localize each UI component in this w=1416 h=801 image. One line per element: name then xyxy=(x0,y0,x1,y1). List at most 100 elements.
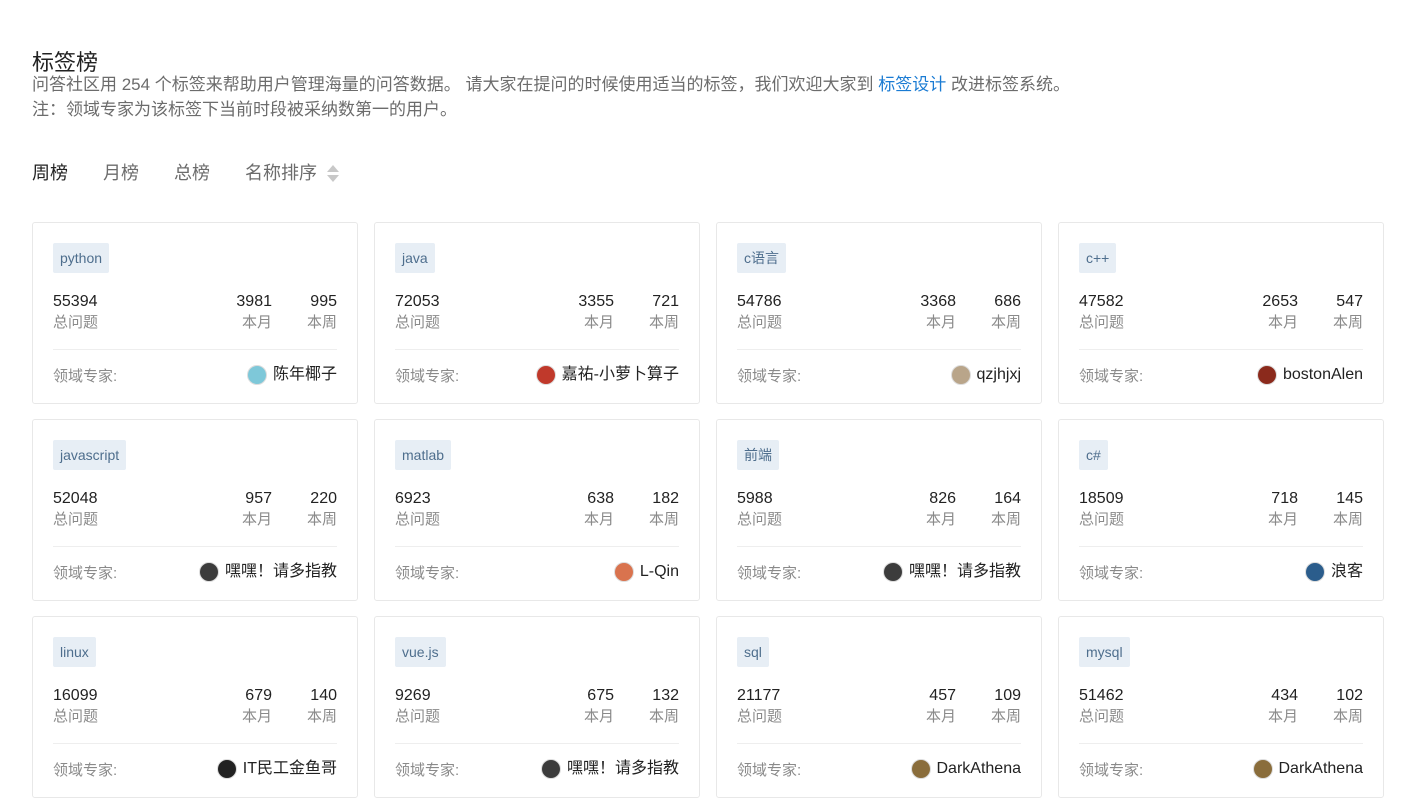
expert-user[interactable]: 嘉祐-小萝卜算子 xyxy=(535,364,679,386)
expert-label: 领域专家: xyxy=(1079,565,1144,582)
tab-monthly[interactable]: 月榜 xyxy=(103,158,139,188)
total-questions-count: 9269 xyxy=(395,687,431,704)
weekly-count: 102 xyxy=(1336,687,1363,704)
expert-user[interactable]: 嘿嘿！请多指教 xyxy=(540,758,679,780)
tag-chip[interactable]: c语言 xyxy=(737,243,786,273)
avatar xyxy=(613,562,634,582)
tag-card: 前端 5988 总问题 826 本月 164 本周 领域专家: 嘿嘿！请多指教 xyxy=(716,419,1042,601)
expert-label: 领域专家: xyxy=(737,762,802,779)
weekly-label: 本周 xyxy=(306,511,337,528)
weekly-count: 547 xyxy=(1336,293,1363,310)
tab-total[interactable]: 总榜 xyxy=(174,158,210,188)
monthly-label: 本月 xyxy=(583,314,614,331)
total-questions-count: 51462 xyxy=(1079,687,1124,704)
weekly-label: 本周 xyxy=(1332,314,1363,331)
expert-user[interactable]: 浪客 xyxy=(1304,561,1363,583)
tag-card: c语言 54786 总问题 3368 本月 686 本周 领域专家: qzjhj… xyxy=(716,222,1042,404)
expert-user[interactable]: qzjhjxj xyxy=(950,364,1021,386)
monthly-label: 本月 xyxy=(925,314,956,331)
monthly-count: 457 xyxy=(929,687,956,704)
stat-week: 145 本周 xyxy=(1333,488,1363,530)
tag-chip[interactable]: linux xyxy=(53,637,96,667)
stat-month: 3355 本月 xyxy=(578,291,614,333)
expert-user[interactable]: L-Qin xyxy=(613,561,679,583)
tag-chip[interactable]: python xyxy=(53,243,110,273)
weekly-label: 本周 xyxy=(648,511,679,528)
tag-chip[interactable]: matlab xyxy=(395,440,452,470)
tag-card: c# 18509 总问题 718 本月 145 本周 领域专家: 浪客 xyxy=(1058,419,1384,601)
stat-week: 182 本周 xyxy=(649,488,679,530)
stat-week: 686 本周 xyxy=(991,291,1021,333)
expert-user[interactable]: 嘿嘿！请多指教 xyxy=(198,561,337,583)
monthly-count: 3981 xyxy=(236,293,272,310)
stat-week: 164 本周 xyxy=(991,488,1021,530)
tag-chip[interactable]: javascript xyxy=(53,440,127,470)
intro-line-2: 注：领域专家为该标签下当前时段被采纳数第一的用户。 xyxy=(32,100,457,119)
stat-total: 5988 总问题 xyxy=(737,488,782,530)
expert-user[interactable]: IT民工金鱼哥 xyxy=(216,758,337,780)
tag-chip[interactable]: java xyxy=(395,243,435,273)
tag-chip[interactable]: 前端 xyxy=(737,440,779,470)
total-questions-count: 55394 xyxy=(53,293,98,310)
expert-name: DarkAthena xyxy=(936,760,1022,777)
monthly-label: 本月 xyxy=(241,708,272,725)
weekly-label: 本周 xyxy=(648,708,679,725)
expert-user[interactable]: DarkAthena xyxy=(1252,758,1363,780)
monthly-count: 826 xyxy=(929,490,956,507)
stat-total: 6923 总问题 xyxy=(395,488,440,530)
expert-user[interactable]: 陈年椰子 xyxy=(246,364,337,386)
monthly-count: 3368 xyxy=(920,293,956,310)
expert-label: 领域专家: xyxy=(1079,762,1144,779)
expert-name: 浪客 xyxy=(1330,563,1363,580)
expert-user[interactable]: bostonAlen xyxy=(1256,364,1363,386)
stat-total: 47582 总问题 xyxy=(1079,291,1124,333)
tag-chip[interactable]: c# xyxy=(1079,440,1108,470)
avatar xyxy=(535,365,556,385)
stat-week: 721 本周 xyxy=(649,291,679,333)
stat-total: 55394 总问题 xyxy=(53,291,98,333)
tab-weekly[interactable]: 周榜 xyxy=(32,158,68,188)
expert-user[interactable]: 嘿嘿！请多指教 xyxy=(882,561,1021,583)
total-questions-count: 18509 xyxy=(1079,490,1124,507)
tag-ranking-page: 标签榜 问答社区用 254 个标签来帮助用户管理海量的问答数据。 请大家在提问的… xyxy=(0,0,1416,801)
card-divider xyxy=(737,546,1021,547)
expert-user[interactable]: DarkAthena xyxy=(910,758,1022,780)
tab-label: 月榜 xyxy=(103,163,139,183)
stat-total: 52048 总问题 xyxy=(53,488,98,530)
tag-stats: 54786 总问题 3368 本月 686 本周 xyxy=(737,291,1021,335)
monthly-label: 本月 xyxy=(1267,708,1298,725)
tag-chip[interactable]: sql xyxy=(737,637,769,667)
tag-design-link[interactable]: 标签设计 xyxy=(878,75,946,94)
stat-week: 140 本周 xyxy=(307,685,337,727)
weekly-label: 本周 xyxy=(648,314,679,331)
weekly-label: 本周 xyxy=(1332,511,1363,528)
stat-month: 3981 本月 xyxy=(236,291,272,333)
monthly-count: 718 xyxy=(1271,490,1298,507)
tag-stats: 6923 总问题 638 本月 182 本周 xyxy=(395,488,679,532)
expert-label: 领域专家: xyxy=(53,762,118,779)
card-divider xyxy=(1079,743,1363,744)
tag-stats: 21177 总问题 457 本月 109 本周 xyxy=(737,685,1021,729)
tab-name-sort[interactable]: 名称排序 xyxy=(245,158,339,188)
avatar xyxy=(882,562,903,582)
total-questions-label: 总问题 xyxy=(53,314,99,331)
tag-card: python 55394 总问题 3981 本月 995 本周 领域专家: 陈年… xyxy=(32,222,358,404)
tag-stats: 9269 总问题 675 本月 132 本周 xyxy=(395,685,679,729)
card-divider xyxy=(395,743,679,744)
tag-chip[interactable]: vue.js xyxy=(395,637,446,667)
avatar xyxy=(216,759,237,779)
stat-total: 72053 总问题 xyxy=(395,291,440,333)
tag-chip[interactable]: mysql xyxy=(1079,637,1130,667)
tag-chip[interactable]: c++ xyxy=(1079,243,1117,273)
monthly-label: 本月 xyxy=(583,708,614,725)
tag-stats: 51462 总问题 434 本月 102 本周 xyxy=(1079,685,1363,729)
tag-card: mysql 51462 总问题 434 本月 102 本周 领域专家: Dark… xyxy=(1058,616,1384,798)
monthly-count: 675 xyxy=(587,687,614,704)
total-questions-count: 5988 xyxy=(737,490,773,507)
expert-name: 嘿嘿！请多指教 xyxy=(908,563,1021,580)
tab-label: 周榜 xyxy=(32,163,68,183)
weekly-label: 本周 xyxy=(990,511,1021,528)
tag-stats: 55394 总问题 3981 本月 995 本周 xyxy=(53,291,337,335)
stat-month: 718 本月 xyxy=(1268,488,1298,530)
total-questions-label: 总问题 xyxy=(737,511,783,528)
